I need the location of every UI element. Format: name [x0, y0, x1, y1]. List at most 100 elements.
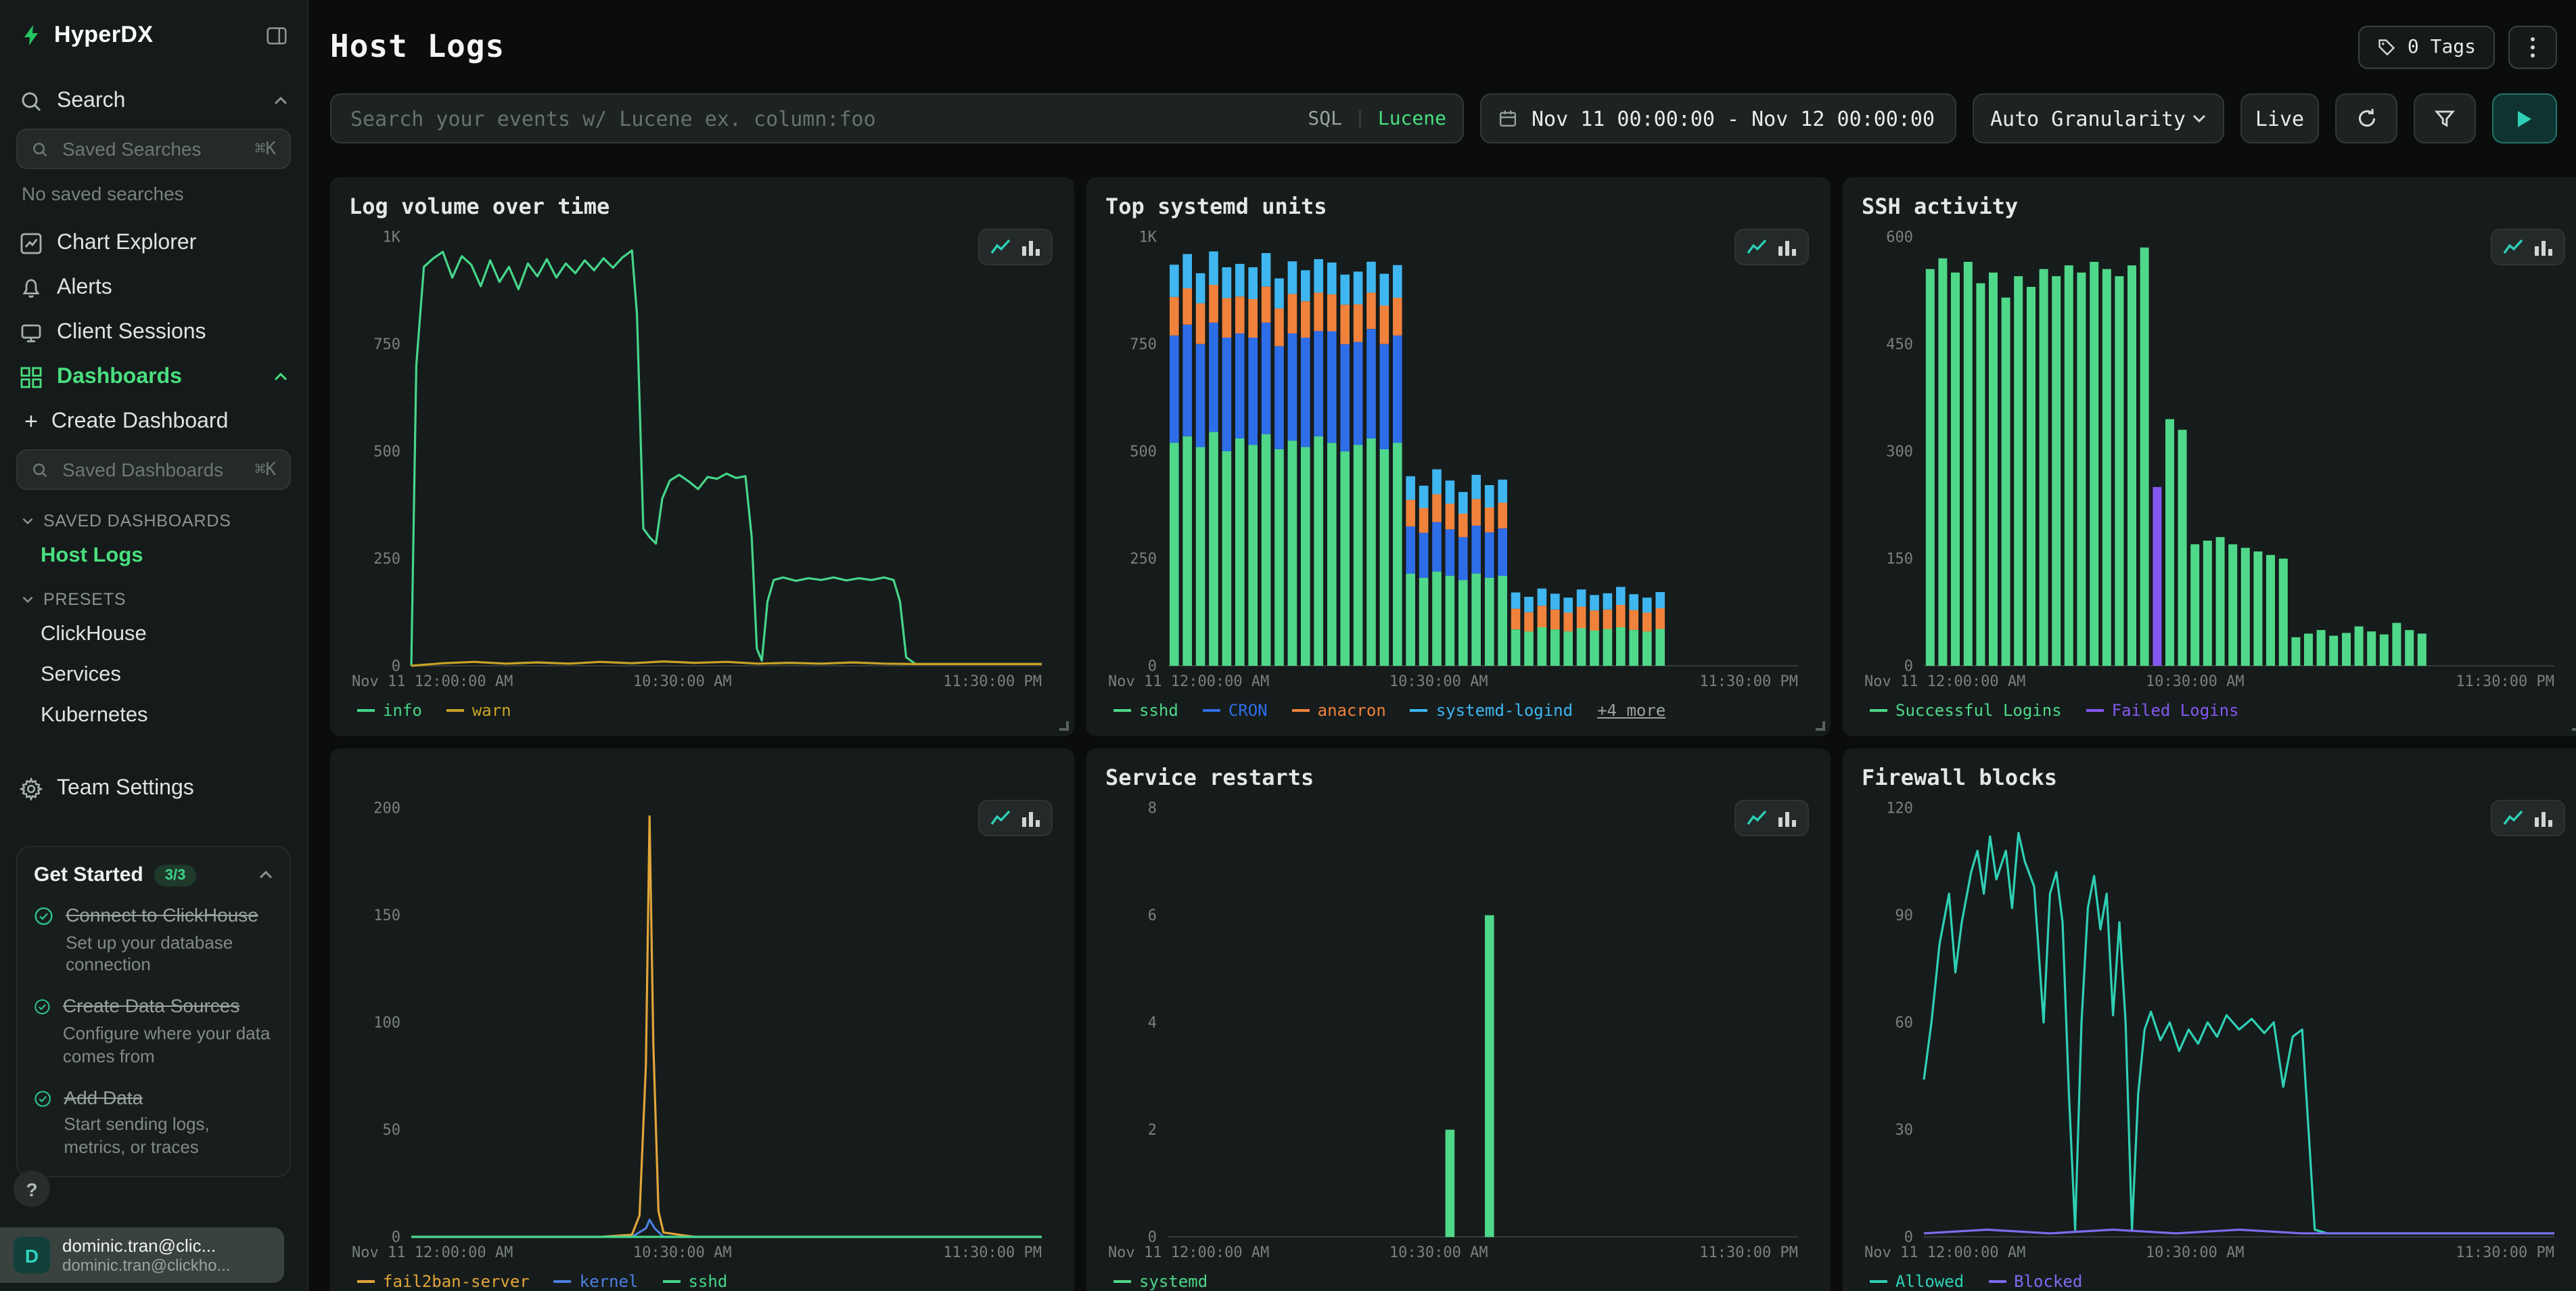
bar-chart-icon[interactable]: [1778, 238, 1797, 256]
chart-legend: Allowed Blocked: [1862, 1264, 2568, 1291]
resize-handle[interactable]: [1816, 721, 1825, 731]
create-dashboard-label: Create Dashboard: [51, 409, 229, 434]
sidebar-item-chart-explorer[interactable]: Chart Explorer: [0, 221, 307, 265]
chart-type-toggle[interactable]: [1734, 229, 1809, 265]
granularity-select[interactable]: Auto Granularity: [1973, 93, 2224, 143]
sidebar-item-dashboards[interactable]: Dashboards: [0, 355, 307, 399]
legend-item[interactable]: info: [357, 701, 422, 720]
chart-plot[interactable]: 050100150200Nov 11 12:00:00 AM10:30:00 A…: [349, 797, 1055, 1264]
line-chart-icon[interactable]: [990, 238, 1011, 256]
legend-item[interactable]: Failed Logins: [2086, 701, 2239, 720]
resize-handle[interactable]: [1059, 721, 1069, 731]
legend-item[interactable]: CRON: [1203, 701, 1268, 720]
get-started-step[interactable]: Create Data Sources Configure where your…: [34, 995, 273, 1069]
filter-button[interactable]: [2414, 93, 2476, 143]
legend-more[interactable]: +4 more: [1597, 701, 1665, 720]
chart-panel: Log volume over time 02505007501KNov 11 …: [330, 177, 1074, 736]
bar-chart-icon[interactable]: [1778, 809, 1797, 827]
sidebar-item-services[interactable]: Services: [0, 655, 307, 696]
saved-dashboards-field[interactable]: [60, 457, 244, 482]
chart-plot[interactable]: 0150300450600Nov 11 12:00:00 AM10:30:00 …: [1862, 226, 2568, 693]
play-icon: [2516, 109, 2533, 128]
user-email: dominic.tran@clickho...: [62, 1256, 230, 1275]
svg-text:Nov 11 12:00:00 AM: Nov 11 12:00:00 AM: [352, 673, 513, 690]
sidebar-item-kubernetes[interactable]: Kubernetes: [0, 696, 307, 736]
event-search-input[interactable]: [348, 105, 1294, 132]
bar-chart-icon[interactable]: [1021, 238, 1040, 256]
step-title: Add Data: [64, 1086, 273, 1110]
live-button[interactable]: Live: [2240, 93, 2319, 143]
line-chart-icon[interactable]: [2503, 809, 2523, 827]
chevron-up-icon: [273, 372, 288, 382]
chart-legend: fail2ban-server kernel sshd: [349, 1264, 1055, 1291]
kebab-menu-icon: [2530, 36, 2535, 58]
sidebar-item-label: Client Sessions: [57, 320, 206, 344]
search-icon: [31, 461, 49, 478]
refresh-button[interactable]: [2335, 93, 2397, 143]
sidebar-item-client-sessions[interactable]: Client Sessions: [0, 310, 307, 355]
bar-chart-icon[interactable]: [1021, 809, 1040, 827]
saved-searches-input[interactable]: ⌘K: [16, 129, 291, 169]
bar-chart-icon[interactable]: [2534, 238, 2553, 256]
sidebar-item-team-settings[interactable]: Team Settings: [0, 766, 307, 811]
collapse-sidebar-icon[interactable]: [265, 24, 288, 47]
legend-item[interactable]: sshd: [662, 1272, 727, 1291]
date-range-picker[interactable]: Nov 11 00:00:00 - Nov 12 00:00:00: [1480, 93, 1956, 143]
line-chart-icon[interactable]: [1747, 238, 1767, 256]
chart-plot[interactable]: 02505007501KNov 11 12:00:00 AM10:30:00 A…: [1105, 226, 1812, 693]
legend-item[interactable]: Successful Logins: [1870, 701, 2062, 720]
event-search-box[interactable]: SQL | Lucene: [330, 93, 1464, 143]
svg-text:50: 50: [383, 1122, 401, 1139]
line-chart-icon[interactable]: [1747, 809, 1767, 827]
chart-type-toggle[interactable]: [1734, 800, 1809, 836]
svg-text:8: 8: [1148, 800, 1157, 817]
legend-item[interactable]: fail2ban-server: [357, 1272, 530, 1291]
legend-item[interactable]: systemd: [1113, 1272, 1208, 1291]
user-menu[interactable]: D dominic.tran@clic... dominic.tran@clic…: [0, 1227, 284, 1283]
chart-plot[interactable]: 02468Nov 11 12:00:00 AM10:30:00 AM11:30:…: [1105, 797, 1812, 1264]
chart-type-toggle[interactable]: [978, 229, 1053, 265]
sidebar-item-alerts[interactable]: Alerts: [0, 265, 307, 310]
chart-type-toggle[interactable]: [2491, 800, 2565, 836]
svg-text:60: 60: [1895, 1015, 1914, 1032]
legend-item[interactable]: Allowed: [1870, 1272, 1964, 1291]
app-window: HyperDX Search ⌘K No saved searches Char…: [0, 0, 2576, 1291]
chart-panel: SSH activity 0150300450600Nov 11 12:00:0…: [1843, 177, 2576, 736]
saved-dashboards-input[interactable]: ⌘K: [16, 449, 291, 490]
saved-searches-field[interactable]: [60, 137, 244, 161]
tags-button[interactable]: 0 Tags: [2359, 25, 2495, 68]
panel-title: SSH activity: [1862, 194, 2568, 226]
dashboards-icon: [19, 365, 43, 389]
panel-title: [349, 765, 1055, 797]
chart-plot[interactable]: 02505007501KNov 11 12:00:00 AM10:30:00 A…: [349, 226, 1055, 693]
line-chart-icon[interactable]: [2503, 238, 2523, 256]
legend-item[interactable]: warn: [446, 701, 511, 720]
resize-handle[interactable]: [2572, 721, 2576, 731]
line-chart-icon[interactable]: [990, 809, 1011, 827]
get-started-header[interactable]: Get Started 3/3: [34, 863, 273, 886]
help-button[interactable]: ?: [14, 1171, 50, 1207]
get-started-step[interactable]: Connect to ClickHouse Set up your databa…: [34, 904, 273, 978]
saved-dashboards-section-header[interactable]: SAVED DASHBOARDS: [0, 498, 307, 536]
chart-type-toggle[interactable]: [2491, 229, 2565, 265]
bar-chart-icon[interactable]: [2534, 809, 2553, 827]
legend-item[interactable]: Blocked: [1988, 1272, 2082, 1291]
sidebar-item-host-logs[interactable]: Host Logs: [0, 536, 307, 576]
tag-icon: [2378, 37, 2397, 56]
chart-plot[interactable]: 0306090120Nov 11 12:00:00 AM10:30:00 AM1…: [1862, 797, 2568, 1264]
presets-section-header[interactable]: PRESETS: [0, 576, 307, 614]
run-query-button[interactable]: [2492, 93, 2557, 143]
legend-item[interactable]: systemd-logind: [1410, 701, 1573, 720]
lucene-toggle[interactable]: Lucene: [1378, 108, 1446, 129]
svg-text:120: 120: [1886, 800, 1913, 817]
sidebar-item-clickhouse[interactable]: ClickHouse: [0, 614, 307, 655]
dashboard-menu-button[interactable]: [2508, 25, 2557, 68]
legend-item[interactable]: anacron: [1292, 701, 1386, 720]
legend-item[interactable]: kernel: [554, 1272, 639, 1291]
sidebar-item-search[interactable]: Search: [0, 78, 307, 123]
chart-type-toggle[interactable]: [978, 800, 1053, 836]
legend-item[interactable]: sshd: [1113, 701, 1178, 720]
sql-toggle[interactable]: SQL: [1308, 108, 1342, 129]
get-started-step[interactable]: Add Data Start sending logs, metrics, or…: [34, 1086, 273, 1160]
create-dashboard-button[interactable]: + Create Dashboard: [0, 399, 307, 444]
